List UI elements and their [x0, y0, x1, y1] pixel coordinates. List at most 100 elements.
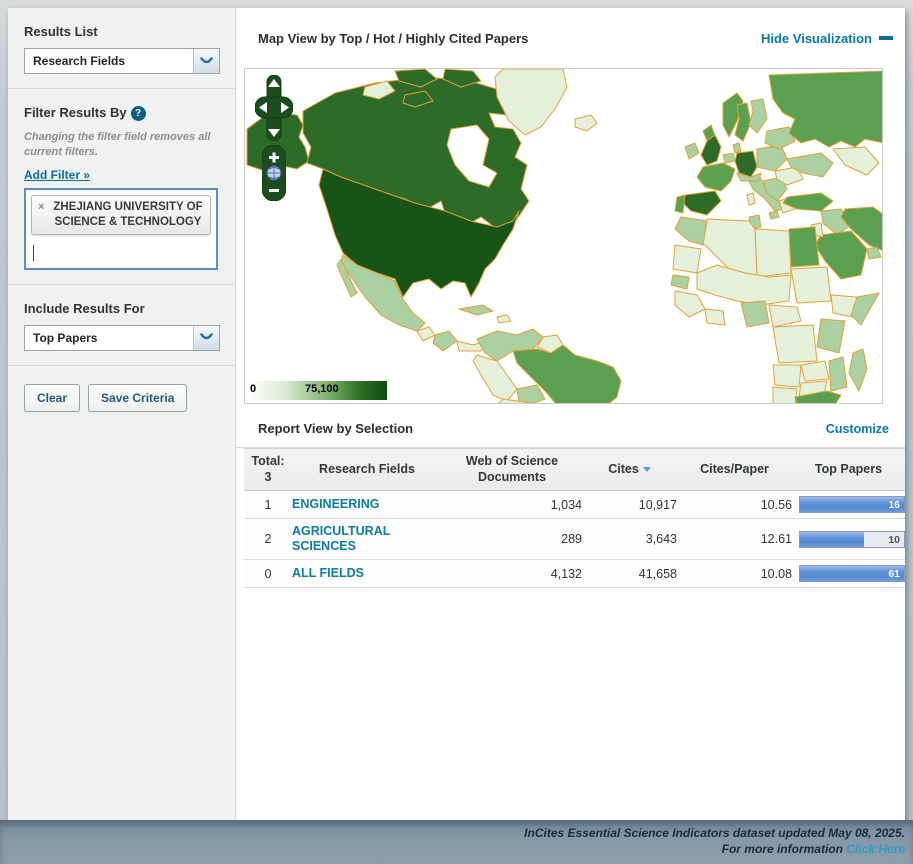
collapse-minus-icon [879, 36, 893, 40]
country-cuba [459, 305, 493, 315]
row-rank: 1 [244, 491, 292, 519]
footer: InCites Essential Science Indicators dat… [0, 820, 913, 864]
report-table: Total: 3 Research Fields Web of Science … [244, 448, 905, 588]
country-spain [681, 191, 721, 215]
cites-label: Cites [608, 462, 639, 476]
country-iceland [575, 115, 597, 131]
filter-note: Changing the filter field removes all cu… [24, 130, 214, 160]
country-france [697, 163, 735, 191]
customize-link[interactable]: Customize [826, 422, 889, 436]
include-results-section: Include Results For Top Papers [8, 285, 235, 366]
results-list-heading: Results List [24, 24, 219, 39]
text-cursor [33, 245, 34, 261]
top-papers-value: 61 [888, 568, 900, 580]
clear-button[interactable]: Clear [24, 384, 80, 412]
country-morocco [675, 217, 707, 245]
row-rank: 0 [244, 560, 292, 588]
results-list-section: Results List Research Fields [8, 8, 235, 89]
country-ireland [685, 143, 699, 159]
actions-section: Clear Save Criteria [8, 366, 235, 426]
country-uk [701, 135, 721, 165]
footer-info-line: For more information Click Here [0, 842, 905, 858]
cites-value: 10,917 [582, 491, 677, 519]
chevron-down-icon[interactable] [193, 326, 219, 350]
add-filter-link[interactable]: Add Filter » [24, 168, 90, 182]
table-row: 2 AGRICULTURAL SCIENCES 289 3,643 12.61 … [244, 519, 905, 560]
column-header-cites[interactable]: Cites [582, 449, 677, 491]
footer-info-prefix: For more information [722, 842, 847, 856]
field-link-engineering[interactable]: ENGINEERING [292, 497, 380, 511]
map-view-title: Map View by Top / Hot / Highly Cited Pap… [258, 31, 528, 46]
remove-filter-icon[interactable]: × [38, 201, 44, 213]
help-icon[interactable]: ? [131, 106, 146, 121]
top-papers-value: 16 [888, 499, 900, 511]
include-results-dropdown-value: Top Papers [25, 326, 219, 350]
country-egypt [789, 227, 819, 267]
column-header-top-papers[interactable]: Top Papers [792, 449, 905, 491]
table-row: 1 ENGINEERING 1,034 10,917 10.56 16 [244, 491, 905, 519]
map-zoom-control[interactable] [262, 145, 286, 201]
footer-dataset-line: InCites Essential Science Indicators dat… [0, 826, 905, 842]
wos-documents-value: 1,034 [442, 491, 582, 519]
country-madagascar [849, 349, 867, 391]
report-view-header: Report View by Selection Customize [236, 410, 905, 448]
column-header-research-fields[interactable]: Research Fields [292, 449, 442, 491]
field-link-all-fields[interactable]: ALL FIELDS [292, 566, 364, 580]
country-nigeria [741, 301, 769, 327]
country-finland [749, 99, 767, 133]
content-area: Results List Research Fields Filter Resu… [8, 8, 905, 820]
top-papers-bar: 16 [799, 496, 905, 513]
cites-per-paper-value: 12.61 [677, 519, 792, 560]
hide-visualization-label: Hide Visualization [761, 31, 872, 46]
top-papers-value: 10 [888, 534, 900, 546]
country-greenland [495, 69, 567, 135]
filter-section: Filter Results By? Changing the filter f… [8, 89, 235, 285]
hide-visualization-link[interactable]: Hide Visualization [761, 31, 893, 46]
cites-value: 3,643 [582, 519, 677, 560]
top-papers-bar: 61 [799, 565, 905, 582]
wos-documents-value: 289 [442, 519, 582, 560]
total-count: 3 [265, 470, 272, 484]
sort-desc-icon [643, 467, 651, 472]
filter-heading: Filter Results By? [24, 105, 219, 121]
table-header-row: Total: 3 Research Fields Web of Science … [244, 449, 905, 491]
filter-tag-label: ZHEJIANG UNIVERSITY OF SCIENCE & TECHNOL… [52, 200, 204, 230]
filter-heading-text: Filter Results By [24, 105, 127, 120]
map-pan-control[interactable] [255, 75, 293, 141]
field-link-agricultural-sciences[interactable]: AGRICULTURAL SCIENCES [292, 524, 390, 553]
map-legend: 0 75,100 [247, 381, 387, 400]
results-list-dropdown[interactable]: Research Fields [24, 48, 220, 74]
country-portugal [675, 195, 685, 213]
total-label: Total: [251, 454, 284, 468]
zoom-out-icon [269, 189, 279, 192]
country-sweden [735, 103, 751, 141]
legend-min-value: 0 [250, 383, 256, 395]
chevron-down-icon[interactable] [193, 49, 219, 73]
main-panel: Map View by Top / Hot / Highly Cited Pap… [236, 8, 905, 820]
country-sudan [791, 267, 831, 303]
include-results-dropdown[interactable]: Top Papers [24, 325, 220, 351]
column-header-wos-documents[interactable]: Web of Science Documents [442, 449, 582, 491]
wos-documents-value: 4,132 [442, 560, 582, 588]
sidebar: Results List Research Fields Filter Resu… [8, 8, 236, 820]
map-view-header: Map View by Top / Hot / Highly Cited Pap… [236, 8, 905, 68]
row-rank: 2 [244, 519, 292, 560]
cites-value: 41,658 [582, 560, 677, 588]
country-libya [755, 229, 791, 277]
choropleth-map[interactable] [245, 69, 883, 404]
results-list-dropdown-value: Research Fields [25, 49, 219, 73]
include-results-heading: Include Results For [24, 301, 219, 316]
filter-input-area[interactable]: × ZHEJIANG UNIVERSITY OF SCIENCE & TECHN… [24, 188, 218, 270]
total-count-header: Total: 3 [244, 449, 292, 491]
cites-per-paper-value: 10.56 [677, 491, 792, 519]
filter-tag[interactable]: × ZHEJIANG UNIVERSITY OF SCIENCE & TECHN… [31, 195, 211, 235]
report-view-title: Report View by Selection [258, 421, 413, 436]
click-here-link[interactable]: Click Here [846, 842, 905, 856]
top-papers-bar: 10 [799, 531, 905, 548]
column-header-cites-per-paper[interactable]: Cites/Paper [677, 449, 792, 491]
cites-per-paper-value: 10.08 [677, 560, 792, 588]
save-criteria-button[interactable]: Save Criteria [88, 384, 187, 412]
world-map[interactable]: 0 75,100 [244, 68, 883, 404]
page-frame: Results List Research Fields Filter Resu… [0, 0, 913, 864]
legend-max-value: 75,100 [305, 383, 339, 395]
